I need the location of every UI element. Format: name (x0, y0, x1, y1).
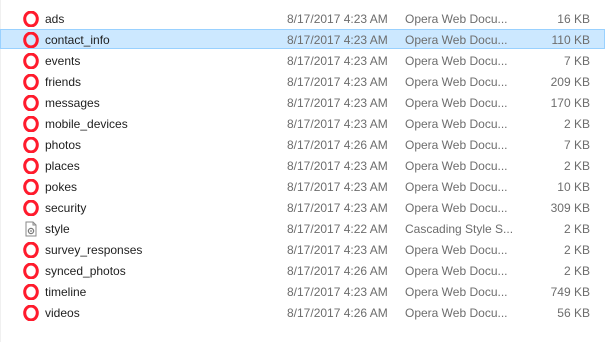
file-name: contact_info (45, 33, 110, 47)
opera-icon (23, 199, 39, 217)
file-date-modified: 8/17/2017 4:23 AM (287, 12, 388, 26)
file-type: Opera Web Docu... (405, 285, 508, 299)
file-type: Opera Web Docu... (405, 159, 508, 173)
file-row[interactable]: messages 8/17/2017 4:23 AM Opera Web Docu.… (0, 92, 605, 112)
opera-icon (23, 283, 39, 301)
file-size: 2 KB (563, 159, 590, 173)
file-name: mobile_devices (45, 117, 128, 131)
file-date-modified: 8/17/2017 4:26 AM (287, 306, 388, 320)
file-size: 2 KB (563, 117, 590, 131)
file-type: Opera Web Docu... (405, 201, 508, 215)
file-date-modified: 8/17/2017 4:23 AM (287, 159, 388, 173)
file-date-modified: 8/17/2017 4:23 AM (287, 180, 388, 194)
file-date-modified: 8/17/2017 4:23 AM (287, 117, 388, 131)
file-row[interactable]: mobile_devices 8/17/2017 4:23 AM Opera Web… (0, 113, 605, 133)
file-date-modified: 8/17/2017 4:23 AM (287, 54, 388, 68)
file-type: Opera Web Docu... (405, 180, 508, 194)
opera-icon (23, 52, 39, 70)
file-date-modified: 8/17/2017 4:22 AM (287, 222, 388, 236)
opera-icon (23, 304, 39, 322)
file-date-modified: 8/17/2017 4:23 AM (287, 33, 388, 47)
file-row[interactable]: friends 8/17/2017 4:23 AM Opera Web Docu..… (0, 71, 605, 91)
file-date-modified: 8/17/2017 4:23 AM (287, 201, 388, 215)
css-file-icon (23, 221, 39, 237)
file-type: Opera Web Docu... (405, 33, 508, 47)
file-name: security (45, 201, 87, 215)
file-date-modified: 8/17/2017 4:23 AM (287, 75, 388, 89)
file-type: Opera Web Docu... (405, 243, 508, 257)
file-row[interactable]: places 8/17/2017 4:23 AM Opera Web Docu...… (0, 155, 605, 175)
file-date-modified: 8/17/2017 4:26 AM (287, 264, 388, 278)
file-size: 10 KB (557, 180, 590, 194)
opera-icon (23, 115, 39, 133)
file-size: 56 KB (557, 306, 590, 320)
file-size: 2 KB (563, 264, 590, 278)
file-row[interactable]: security 8/17/2017 4:23 AM Opera Web Docu.… (0, 197, 605, 217)
file-row[interactable]: style 8/17/2017 4:22 AM Cascading Style S.… (0, 218, 605, 238)
file-name: events (45, 54, 81, 68)
file-size: 2 KB (563, 243, 590, 257)
file-name: timeline (45, 285, 87, 299)
file-name: survey_responses (45, 243, 143, 257)
file-name: style (45, 222, 70, 236)
file-list: ads 8/17/2017 4:23 AM Opera Web Docu... 16 … (0, 0, 615, 342)
file-date-modified: 8/17/2017 4:23 AM (287, 243, 388, 257)
file-row[interactable]: videos 8/17/2017 4:26 AM Opera Web Docu...… (0, 302, 605, 322)
file-name: pokes (45, 180, 78, 194)
file-size: 110 KB (551, 33, 590, 47)
file-type: Cascading Style S... (405, 222, 513, 236)
file-type: Opera Web Docu... (405, 306, 508, 320)
file-date-modified: 8/17/2017 4:26 AM (287, 138, 388, 152)
opera-icon (23, 157, 39, 175)
opera-icon (23, 31, 39, 49)
file-row[interactable]: contact_info 8/17/2017 4:23 AM Opera Web D… (0, 29, 605, 49)
file-row[interactable]: timeline 8/17/2017 4:23 AM Opera Web Docu.… (0, 281, 605, 301)
file-name: messages (45, 96, 100, 110)
file-row[interactable]: pokes 8/17/2017 4:23 AM Opera Web Docu... 1… (0, 176, 605, 196)
file-type: Opera Web Docu... (405, 12, 508, 26)
file-size: 209 KB (550, 75, 590, 89)
file-row[interactable]: photos 8/17/2017 4:26 AM Opera Web Docu...… (0, 134, 605, 154)
opera-icon (23, 94, 39, 112)
file-date-modified: 8/17/2017 4:23 AM (287, 285, 388, 299)
file-name: ads (45, 12, 65, 26)
file-type: Opera Web Docu... (405, 264, 508, 278)
opera-icon (23, 10, 39, 28)
opera-icon (23, 262, 39, 280)
file-row[interactable]: synced_photos 8/17/2017 4:26 AM Opera Web … (0, 260, 605, 280)
file-size: 309 KB (550, 201, 590, 215)
file-type: Opera Web Docu... (405, 75, 508, 89)
file-size: 7 KB (563, 54, 590, 68)
file-name: photos (45, 138, 82, 152)
file-size: 16 KB (557, 12, 590, 26)
file-name: friends (45, 75, 82, 89)
file-type: Opera Web Docu... (405, 96, 508, 110)
file-size: 749 KB (550, 285, 590, 299)
opera-icon (23, 178, 39, 196)
file-row[interactable]: ads 8/17/2017 4:23 AM Opera Web Docu... 16 … (0, 8, 605, 28)
file-name: videos (45, 306, 80, 320)
file-name: synced_photos (45, 264, 126, 278)
opera-icon (23, 241, 39, 259)
file-type: Opera Web Docu... (405, 54, 508, 68)
file-row[interactable]: survey_responses 8/17/2017 4:23 AM Opera W… (0, 239, 605, 259)
file-row[interactable]: events 8/17/2017 4:23 AM Opera Web Docu...… (0, 50, 605, 70)
file-name: places (45, 159, 80, 173)
file-size: 7 KB (563, 138, 590, 152)
file-type: Opera Web Docu... (405, 138, 508, 152)
file-size: 170 KB (550, 96, 590, 110)
opera-icon (23, 73, 39, 91)
opera-icon (23, 136, 39, 154)
file-date-modified: 8/17/2017 4:23 AM (287, 96, 388, 110)
file-size: 2 KB (563, 222, 590, 236)
file-type: Opera Web Docu... (405, 117, 508, 131)
